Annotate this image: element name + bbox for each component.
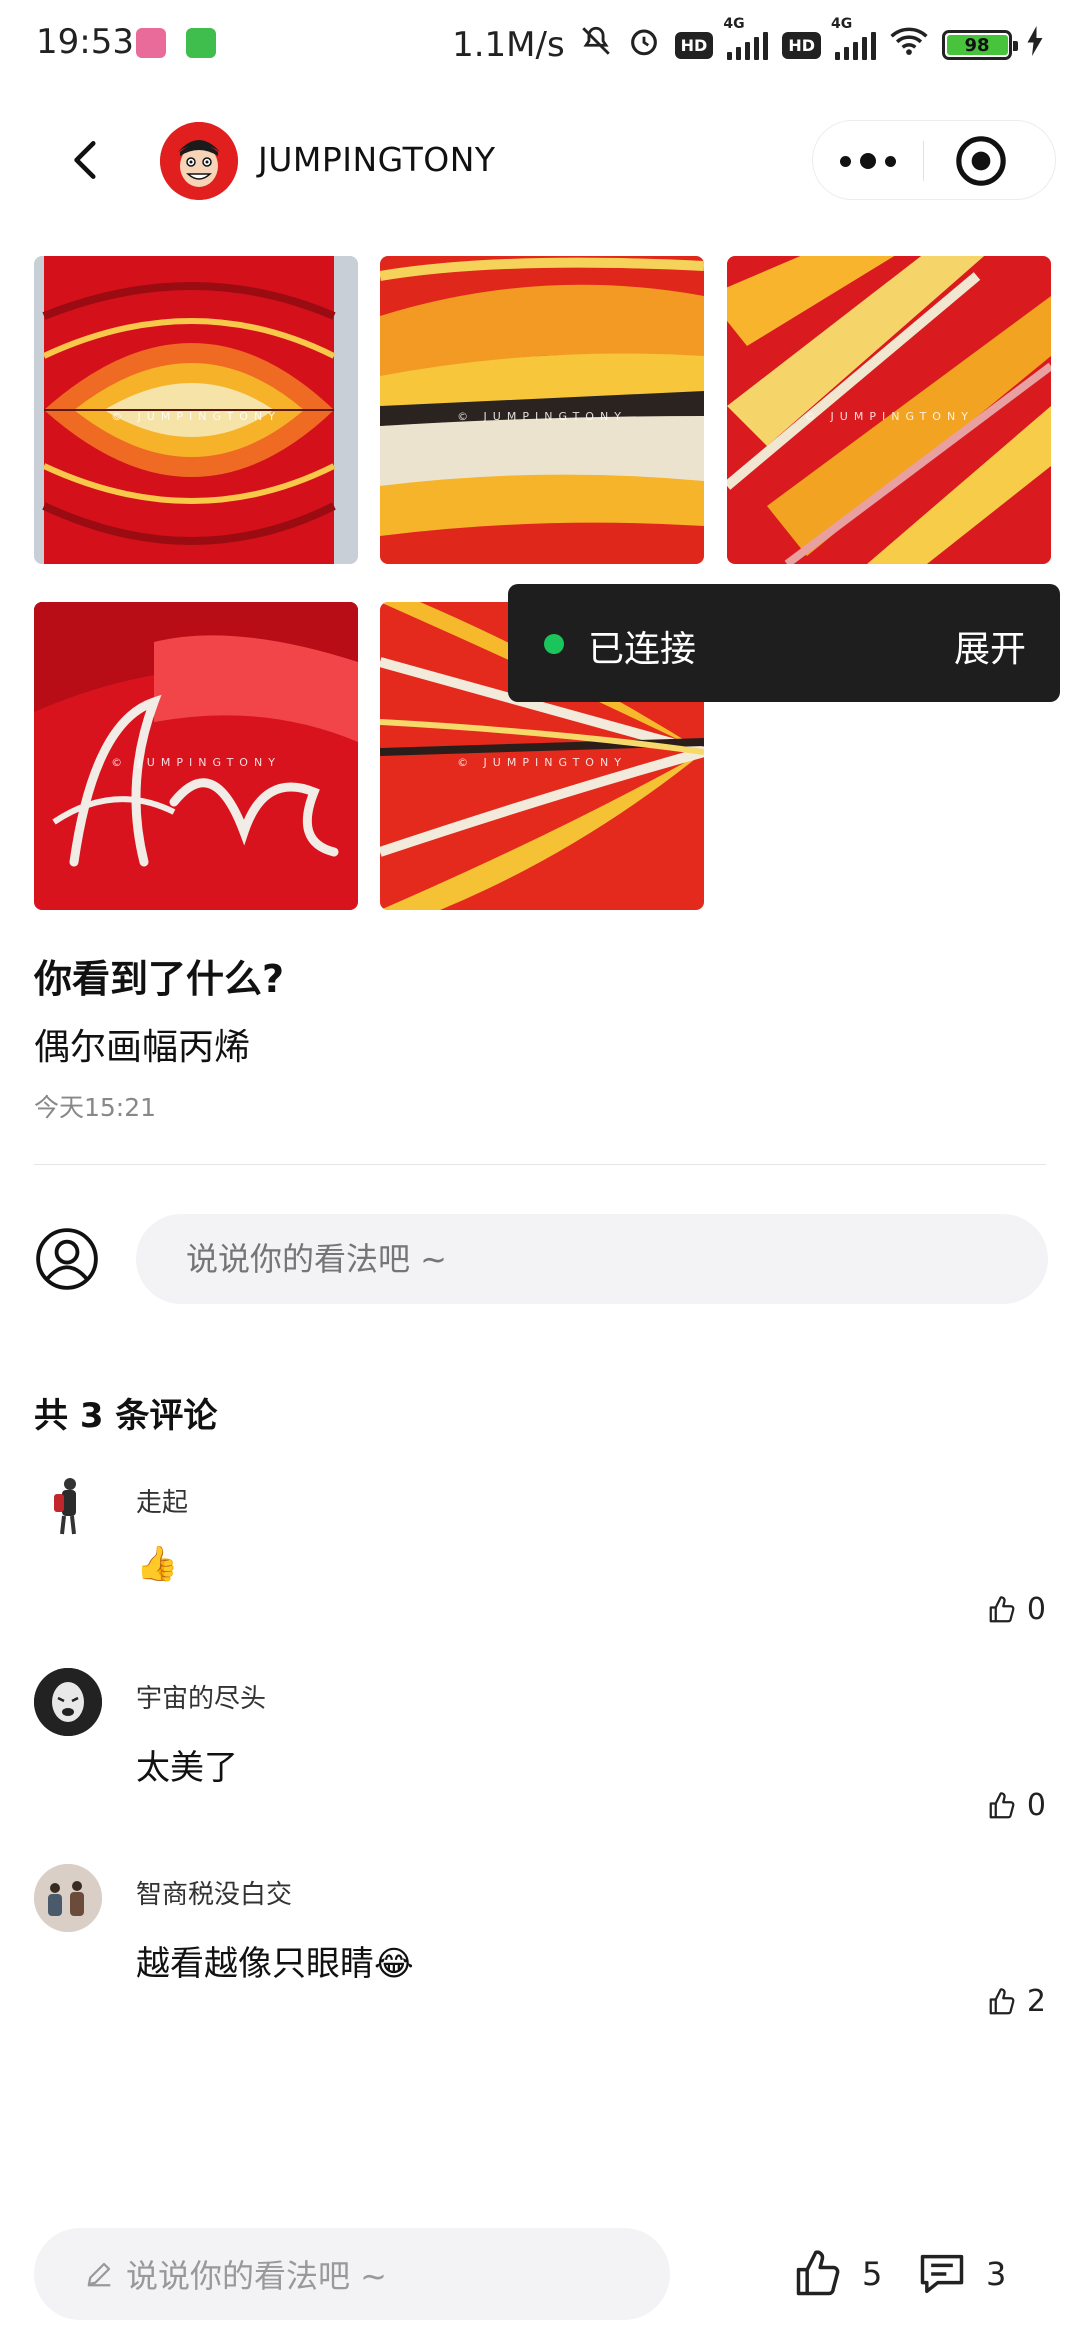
more-dots-icon: [840, 155, 851, 167]
comment-like-button[interactable]: 0: [987, 1592, 1046, 1627]
commenter-name[interactable]: 智商税没白交: [136, 1874, 292, 1911]
author-name[interactable]: JUMPINGTONY: [258, 140, 496, 179]
author-avatar[interactable]: [160, 122, 238, 200]
image-watermark: © JUMPINGTONY: [111, 756, 281, 769]
wifi-icon: [890, 25, 928, 66]
post-comment-button[interactable]: 3: [916, 2236, 1006, 2312]
commenter-avatar[interactable]: [34, 1668, 102, 1736]
face-avatar-icon: [160, 122, 238, 200]
notification-app-icon: [186, 28, 216, 58]
notification-app-icon: [136, 28, 166, 58]
status-time: 19:53: [36, 22, 134, 62]
image-watermark: © JUMPINGTONY: [457, 756, 627, 769]
connected-status-dot: [544, 634, 564, 654]
post-body: 偶尔画幅丙烯: [34, 1027, 251, 1068]
image-watermark: © JUMPINGTONY: [111, 410, 281, 423]
comment-like-count: 2: [1026, 1984, 1046, 2019]
gallery-image-3[interactable]: © JUMPINGTONY: [727, 256, 1051, 564]
comment-item: 走起 👍 0: [0, 1472, 1080, 1642]
mute-icon: [579, 24, 613, 67]
current-user-avatar: [34, 1226, 100, 1292]
back-button[interactable]: [62, 135, 112, 185]
thumbs-up-icon: [989, 1791, 1015, 1818]
comment-like-count: 0: [1026, 1788, 1046, 1823]
bottom-input-placeholder: 说说你的看法吧 ~: [126, 2257, 387, 2295]
gallery-image-2[interactable]: © JUMPINGTONY: [380, 256, 704, 564]
commenter-name[interactable]: 宇宙的尽头: [136, 1678, 266, 1715]
connection-toast: 已连接 展开: [508, 584, 1060, 702]
comment-text: 太美了: [136, 1748, 238, 1788]
commenter-avatar[interactable]: [34, 1472, 102, 1540]
alarm-icon: [627, 24, 661, 67]
mini-program-capsule: [812, 120, 1056, 200]
thumbs-up-icon: [989, 1595, 1015, 1622]
comment-bubble-icon: [920, 2254, 964, 2294]
battery-icon: 98: [942, 30, 1018, 60]
post-timestamp: 今天15:21: [34, 1093, 157, 1122]
expand-button[interactable]: 展开: [954, 620, 1026, 672]
gallery-image-1[interactable]: © JUMPINGTONY: [34, 256, 358, 564]
close-mini-program-button[interactable]: [953, 133, 1009, 189]
image-watermark: © JUMPINGTONY: [804, 410, 974, 423]
network-speed: 1.1M/s: [452, 25, 565, 65]
comment-text: 👍: [136, 1544, 179, 1584]
comment-like-count: 0: [1026, 1592, 1046, 1627]
comment-text: 越看越像只眼睛😂: [136, 1944, 414, 1984]
comment-item: 宇宙的尽头 太美了 0: [0, 1668, 1080, 1838]
status-indicators: 1.1M/s HD 4G HD 4G 98: [452, 16, 1044, 70]
post-title: 你看到了什么?: [34, 957, 285, 1001]
nav-header: JUMPINGTONY: [0, 110, 1080, 210]
bottom-comment-input[interactable]: 说说你的看法吧 ~: [34, 2228, 670, 2320]
post-like-button[interactable]: 5: [792, 2236, 882, 2312]
comment-like-button[interactable]: 2: [987, 1984, 1046, 2019]
commenter-avatar[interactable]: [34, 1864, 102, 1932]
hd-badge: HD: [674, 31, 714, 59]
post-like-count: 5: [862, 2255, 883, 2293]
user-outline-icon: [36, 1228, 98, 1290]
pencil-icon: [87, 2262, 111, 2287]
comment-input[interactable]: [136, 1214, 1048, 1304]
commenter-name[interactable]: 走起: [136, 1482, 188, 1519]
back-arrow-icon: [74, 141, 96, 179]
more-button[interactable]: [813, 121, 923, 201]
comments-count-header: 共 3 条评论: [34, 1396, 218, 1436]
battery-percent: 98: [964, 34, 990, 56]
post-comment-count: 3: [986, 2255, 1007, 2293]
thumbs-up-icon: [989, 1987, 1015, 2014]
charging-icon: [1026, 25, 1044, 65]
connection-status-text: 已连接: [588, 629, 697, 670]
comment-like-button[interactable]: 0: [987, 1788, 1046, 1823]
status-bar: 19:53 1.1M/s HD 4G HD 4G 98: [0, 0, 1080, 90]
image-watermark: © JUMPINGTONY: [457, 410, 627, 423]
signal-icon: 4G: [831, 16, 876, 60]
comment-item: 智商税没白交 越看越像只眼睛😂 2: [0, 1864, 1080, 2034]
hd-badge: HD: [782, 31, 821, 59]
thumbs-up-icon: [796, 2250, 840, 2296]
divider: [34, 1164, 1046, 1165]
target-icon: [956, 136, 1006, 186]
signal-icon: 4G: [723, 16, 769, 60]
gallery-image-4[interactable]: © JUMPINGTONY: [34, 602, 358, 910]
